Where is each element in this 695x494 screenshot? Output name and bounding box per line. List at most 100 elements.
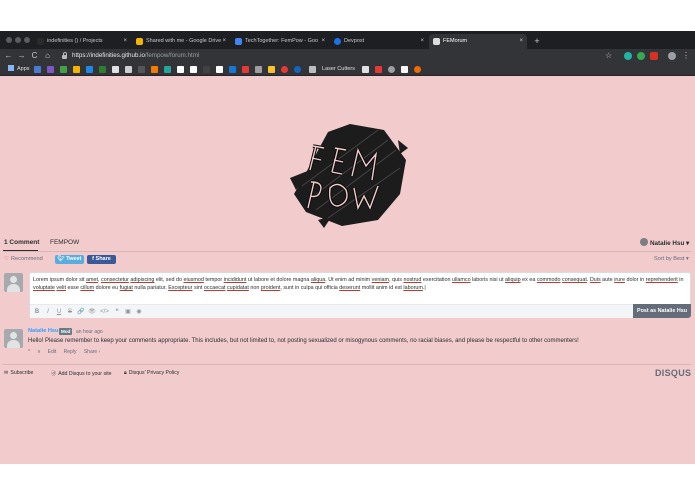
forward-arrow-icon[interactable]: →: [16, 50, 27, 62]
strikethrough-icon[interactable]: S: [66, 308, 74, 316]
comment-timestamp[interactable]: an hour ago: [76, 329, 103, 335]
bookmark-icon[interactable]: [242, 66, 249, 73]
browser-tab-femorum[interactable]: FEMorum ×: [429, 34, 527, 49]
bold-icon[interactable]: B: [33, 308, 41, 316]
bookmark-icon[interactable]: [177, 66, 184, 73]
bookmark-folder-icon: [309, 66, 316, 73]
tab-close-icon[interactable]: ×: [420, 34, 424, 49]
bookmark-icon[interactable]: [164, 66, 171, 73]
bookmark-icon[interactable]: [99, 66, 106, 73]
extension-icon[interactable]: [637, 52, 645, 60]
reload-icon[interactable]: C: [29, 50, 40, 62]
recommend-button[interactable]: ♡ Recommend: [4, 256, 43, 262]
bookmark-icon[interactable]: [203, 66, 210, 73]
gif-icon[interactable]: ◉: [135, 308, 143, 316]
sort-dropdown[interactable]: Sort by Best ▾: [654, 256, 689, 262]
window-close-dot[interactable]: [6, 37, 12, 43]
tab-close-icon[interactable]: ×: [519, 34, 523, 49]
misspelled-word: proident: [260, 285, 281, 292]
comment-author[interactable]: Natalie Hsu: [28, 328, 58, 334]
bookmark-icon[interactable]: [73, 66, 80, 73]
bookmark-icon[interactable]: [216, 66, 223, 73]
underline-icon[interactable]: U: [55, 308, 63, 316]
tweet-button[interactable]: 🐦︎ Tweet: [55, 255, 84, 264]
bookmark-icon[interactable]: [294, 66, 301, 73]
spoiler-icon[interactable]: 👁: [88, 308, 96, 316]
new-tab-button[interactable]: +: [531, 34, 543, 48]
bookmark-icon[interactable]: [60, 66, 67, 73]
share-link[interactable]: Share ›: [84, 349, 100, 355]
lock-icon[interactable]: [62, 52, 67, 60]
text-run: in: [677, 277, 684, 283]
bookmark-icon[interactable]: [151, 66, 158, 73]
back-arrow-icon[interactable]: ←: [3, 50, 14, 62]
bookmark-icon[interactable]: [401, 66, 408, 73]
bookmark-icon[interactable]: [34, 66, 41, 73]
facebook-share-button[interactable]: f Share: [87, 255, 116, 264]
italic-icon[interactable]: I: [44, 308, 52, 316]
comment-author-avatar[interactable]: [4, 329, 23, 348]
bookmark-icon[interactable]: [375, 66, 382, 73]
sort-label: Sort by Best: [654, 256, 685, 262]
bookmark-icon[interactable]: [47, 66, 54, 73]
privacy-label: Disqus' Privacy Policy: [128, 370, 180, 376]
text-run: esse: [65, 285, 81, 292]
extension-icon[interactable]: [650, 52, 658, 60]
add-disqus-link[interactable]: ⓓ Add Disqus to your site: [51, 370, 112, 377]
extension-icon[interactable]: [624, 52, 632, 60]
bookmark-icon[interactable]: [281, 66, 288, 73]
bookmark-icon[interactable]: [138, 66, 145, 73]
browser-tab-projects[interactable]: indefinities () / Projects ×: [33, 34, 131, 49]
comment-composer[interactable]: Lorem ipsum dolor sit amet, consectetur …: [29, 272, 691, 318]
browser-tab-google-docs[interactable]: TechTogether: FemPow - Goo ×: [231, 34, 329, 49]
subscribe-label: Subscribe: [10, 370, 34, 376]
browser-toolbar: ← → C ⌂ https://indefinities.github.io/f…: [0, 49, 695, 63]
bookmark-icon[interactable]: [414, 66, 421, 73]
bookmark-icon[interactable]: [388, 66, 395, 73]
downvote-icon[interactable]: v: [38, 349, 41, 355]
facebook-icon: f: [92, 256, 94, 262]
tab-community[interactable]: FEMPOW: [50, 239, 79, 246]
subscribe-link[interactable]: ✉ Subscribe: [4, 370, 33, 376]
share-label: Share: [95, 256, 111, 262]
browser-tab-google-drive[interactable]: Shared with me - Google Drive ×: [132, 34, 230, 49]
bookmark-icon[interactable]: [190, 66, 197, 73]
link-icon[interactable]: 🔗: [77, 308, 85, 316]
bookmark-star-icon[interactable]: ☆: [605, 50, 612, 62]
bookmark-apps[interactable]: Apps: [8, 65, 30, 74]
bookmark-icon[interactable]: [86, 66, 93, 73]
home-icon[interactable]: ⌂: [42, 50, 53, 62]
bookmark-icon[interactable]: [125, 66, 132, 73]
bookmark-icon[interactable]: [112, 66, 119, 73]
user-name: Natalie Hsu: [650, 240, 685, 247]
quote-icon[interactable]: ❝: [113, 308, 121, 316]
url-path: /fempow/forum.html: [144, 52, 200, 59]
bookmark-icon[interactable]: [255, 66, 262, 73]
privacy-policy-link[interactable]: 🔒︎ Disqus' Privacy Policy: [124, 370, 179, 377]
profile-icon[interactable]: [668, 52, 676, 60]
misspelled-word: Duis: [589, 277, 601, 283]
user-menu[interactable]: Natalie Hsu ▾: [640, 238, 689, 247]
comment-textarea[interactable]: Lorem ipsum dolor sit amet, consectetur …: [33, 276, 687, 292]
reply-link[interactable]: Reply: [64, 349, 77, 355]
edit-link[interactable]: Edit: [48, 349, 57, 355]
upvote-icon[interactable]: ^: [28, 349, 30, 355]
image-icon[interactable]: ▣: [124, 308, 132, 316]
code-icon[interactable]: </>: [99, 308, 110, 316]
bookmark-icon[interactable]: [268, 66, 275, 73]
tab-close-icon[interactable]: ×: [321, 34, 325, 49]
recommend-label: Recommend: [11, 256, 43, 262]
window-minimize-dot[interactable]: [15, 37, 21, 43]
bookmark-laser-cutters[interactable]: Laser Cutters: [322, 65, 355, 74]
tab-comments[interactable]: 1 Comment: [4, 239, 39, 246]
bookmark-icon[interactable]: [362, 66, 369, 73]
browser-menu-icon[interactable]: ⋮: [682, 50, 690, 62]
window-zoom-dot[interactable]: [24, 37, 30, 43]
disqus-logo[interactable]: DISQUS: [655, 368, 691, 378]
post-comment-button[interactable]: Post as Natalie Hsu: [633, 304, 691, 318]
address-bar[interactable]: https://indefinities.github.io/fempow/fo…: [72, 51, 199, 61]
tab-close-icon[interactable]: ×: [222, 34, 226, 49]
bookmark-icon[interactable]: [229, 66, 236, 73]
tab-close-icon[interactable]: ×: [123, 34, 127, 49]
browser-tab-devpost[interactable]: Devpost ×: [330, 34, 428, 49]
